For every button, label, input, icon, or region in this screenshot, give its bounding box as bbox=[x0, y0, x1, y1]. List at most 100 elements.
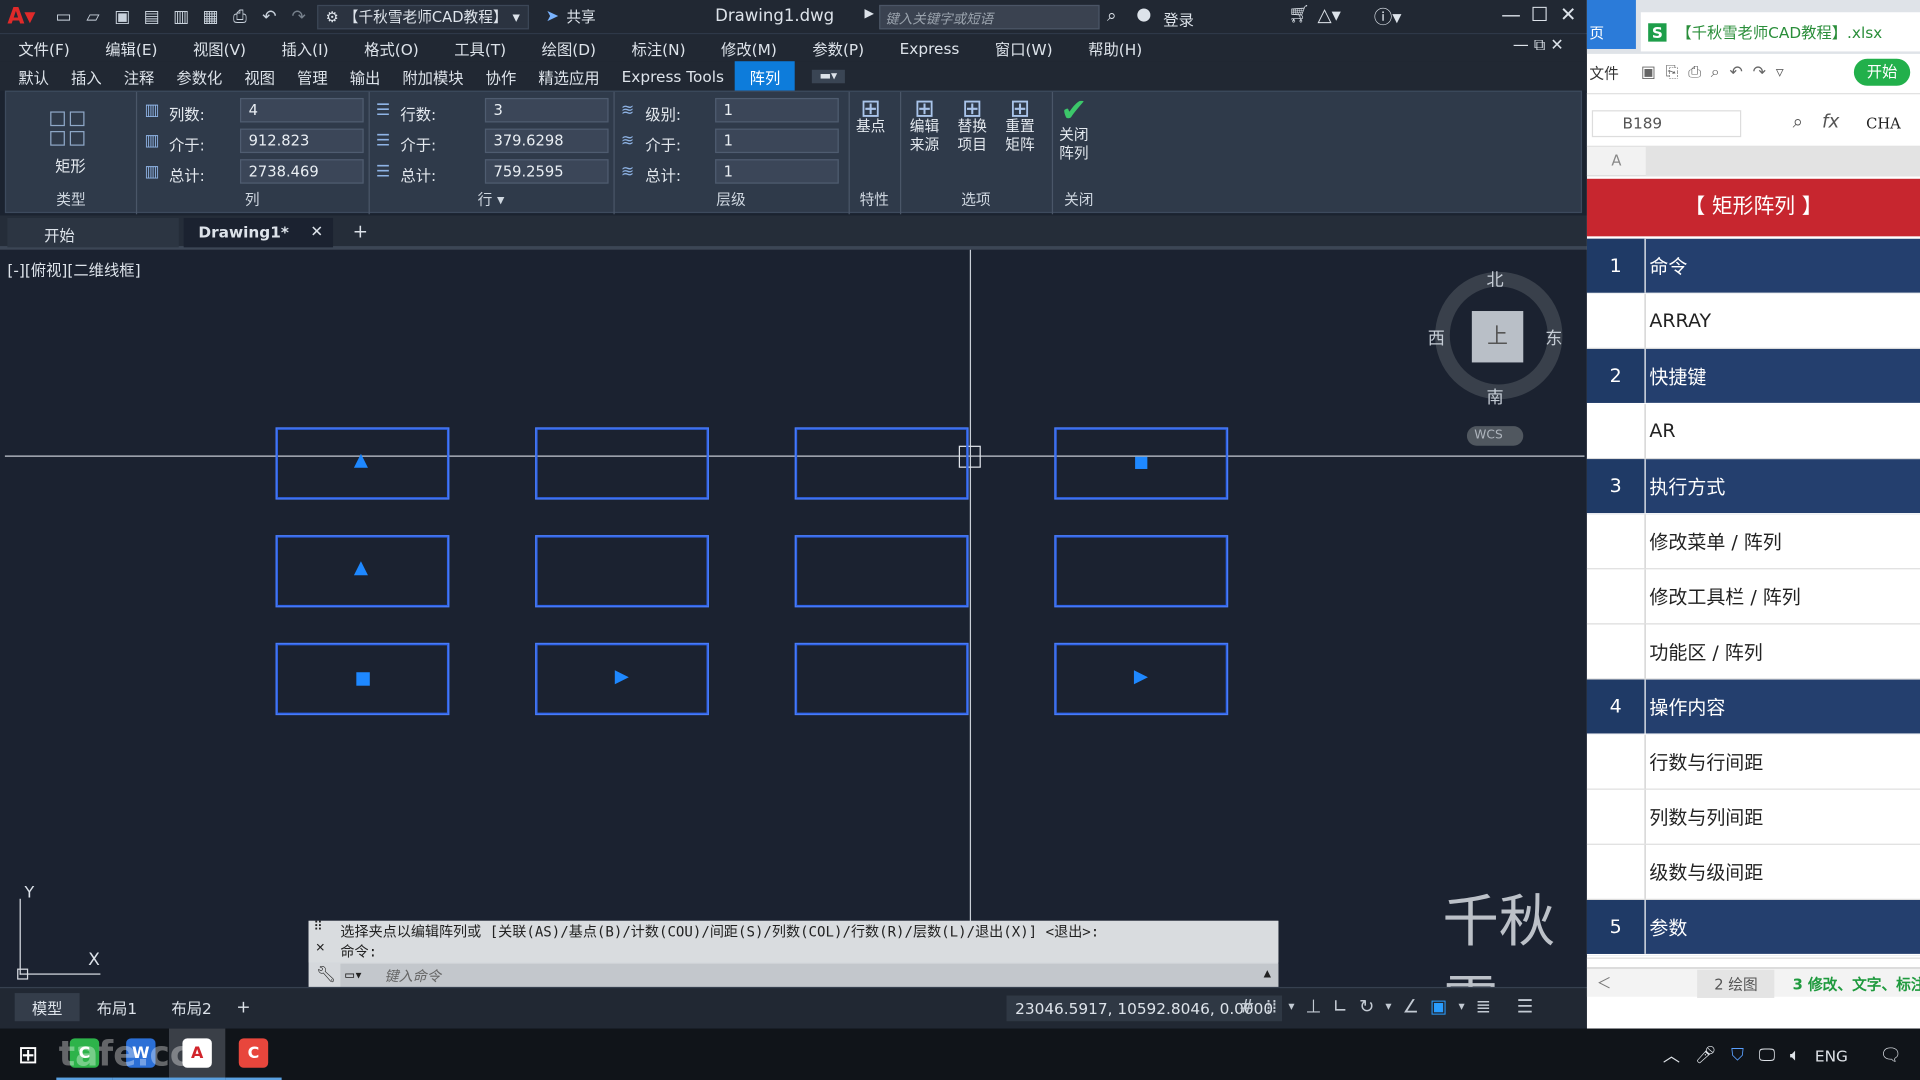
undo-icon[interactable]: ↶ bbox=[258, 7, 280, 27]
menu-item[interactable]: 编辑(E) bbox=[105, 36, 157, 59]
menu-item[interactable]: 插入(I) bbox=[282, 36, 329, 59]
menu-item[interactable]: 窗口(W) bbox=[995, 36, 1053, 59]
sheet-tab-modify[interactable]: 3 修改、文字、标注 bbox=[1793, 973, 1920, 994]
excel-doc-tab[interactable]: S 【千秋雪老师CAD教程】.xlsx bbox=[1640, 12, 1920, 52]
minimize-icon[interactable]: — bbox=[1501, 2, 1521, 25]
print-icon[interactable]: ⎙ bbox=[229, 7, 251, 27]
open-file-icon[interactable]: ▱ bbox=[82, 7, 104, 27]
columns-count-input[interactable]: 4 bbox=[240, 97, 364, 123]
array-item[interactable] bbox=[794, 642, 969, 716]
rows-total-input[interactable]: 759.2595 bbox=[484, 159, 609, 184]
security-shield-icon[interactable]: ⛉ bbox=[1731, 1046, 1744, 1066]
close-icon[interactable]: ✕ bbox=[1560, 2, 1576, 25]
levels-count-input[interactable]: 1 bbox=[715, 97, 839, 123]
column-total-grip-icon[interactable]: ▶ bbox=[1134, 665, 1148, 687]
rectangular-array-icon[interactable] bbox=[50, 111, 87, 148]
new-tab-icon[interactable]: + bbox=[353, 220, 368, 242]
lineweight-icon[interactable]: ≣ bbox=[1476, 996, 1491, 1018]
ortho-icon[interactable]: ∟ bbox=[1333, 996, 1348, 1018]
viewcube-top-face[interactable]: 上 bbox=[1471, 311, 1524, 363]
edit-source-button[interactable]: ⊞ 编辑 来源 bbox=[898, 96, 952, 154]
excel-start-button[interactable]: 开始 bbox=[1853, 58, 1911, 86]
snap-icon[interactable]: ⁞⁞ bbox=[1266, 996, 1278, 1018]
excel-row[interactable]: 5 参数 bbox=[1586, 900, 1920, 956]
array-item[interactable] bbox=[794, 535, 969, 608]
windows-start-icon[interactable]: ⊞ bbox=[0, 1029, 56, 1080]
tab-addins[interactable]: 附加模块 bbox=[391, 61, 474, 92]
osnap-dropdown-icon[interactable]: ▾ bbox=[1458, 1000, 1464, 1013]
taskbar-app-recorder[interactable]: C bbox=[225, 1029, 282, 1080]
column-spacing-grip-icon[interactable]: ▶ bbox=[615, 665, 629, 687]
command-input[interactable]: 键入命令 bbox=[340, 963, 1279, 989]
excel-menu-file[interactable]: 文件 bbox=[1589, 62, 1618, 83]
close-tab-icon[interactable]: ✕ bbox=[310, 222, 323, 240]
excel-row[interactable]: 列数与列间距 bbox=[1586, 789, 1920, 845]
tab-array[interactable]: 阵列 bbox=[734, 60, 796, 92]
tab-insert[interactable]: 插入 bbox=[60, 61, 113, 92]
corner-grip-icon[interactable] bbox=[1135, 456, 1148, 469]
rows-between-input[interactable]: 379.6298 bbox=[484, 128, 609, 154]
tab-start[interactable]: 开始 bbox=[7, 217, 179, 248]
zoom-icon[interactable]: ⌕ bbox=[1793, 110, 1803, 132]
menu-item[interactable]: 格式(O) bbox=[364, 36, 419, 59]
excel-row[interactable]: 2 快捷键 bbox=[1586, 348, 1920, 405]
snap-dropdown-icon[interactable]: ▾ bbox=[1288, 1000, 1294, 1013]
maximize-icon[interactable]: ☐ bbox=[1531, 2, 1549, 25]
replace-item-button[interactable]: ⊞ 替换 项目 bbox=[945, 96, 999, 154]
row-spacing-grip-icon[interactable]: ▲ bbox=[354, 556, 368, 578]
layout-tab-model[interactable]: 模型 bbox=[14, 993, 80, 1022]
web-icon[interactable]: ▦ bbox=[200, 7, 222, 27]
viewcube-east[interactable]: 东 bbox=[1545, 326, 1562, 350]
menu-item[interactable]: 视图(V) bbox=[193, 36, 246, 59]
new-file-icon[interactable]: ▭ bbox=[53, 7, 75, 27]
excel-row[interactable]: 3 执行方式 bbox=[1586, 459, 1920, 515]
columns-total-input[interactable]: 2738.469 bbox=[240, 159, 364, 184]
menu-item[interactable]: 文件(F) bbox=[18, 36, 69, 59]
volume-icon[interactable]: 🔈︎ bbox=[1790, 1046, 1800, 1066]
fx-icon[interactable]: fx bbox=[1822, 110, 1839, 132]
viewcube-west[interactable]: 西 bbox=[1428, 326, 1445, 350]
excel-cell-ref[interactable]: B189 bbox=[1591, 110, 1742, 138]
levels-between-input[interactable]: 1 bbox=[715, 128, 839, 154]
menu-item[interactable]: 工具(T) bbox=[454, 36, 506, 59]
excel-row[interactable]: 修改工具栏 / 阵列 bbox=[1586, 569, 1920, 625]
excel-row[interactable]: ARRAY bbox=[1586, 293, 1920, 349]
tab-parametric[interactable]: 参数化 bbox=[165, 61, 233, 92]
excel-row[interactable]: AR bbox=[1586, 404, 1920, 460]
array-item[interactable] bbox=[1054, 535, 1229, 608]
login-button[interactable]: 登录 bbox=[1163, 7, 1194, 30]
command-options-icon[interactable]: ▭▾ bbox=[345, 966, 363, 983]
excel-row[interactable]: 4 操作内容 bbox=[1586, 679, 1920, 735]
excel-col-header[interactable]: A bbox=[1611, 152, 1621, 169]
tab-express-tools[interactable]: Express Tools bbox=[611, 63, 735, 89]
menu-item[interactable]: 修改(M) bbox=[721, 36, 777, 59]
excel-row[interactable]: 行数与行间距 bbox=[1586, 734, 1920, 790]
array-item[interactable] bbox=[535, 535, 709, 608]
tab-drawing1[interactable]: Drawing1* ✕ bbox=[183, 217, 334, 248]
viewcube-south[interactable]: 南 bbox=[1487, 384, 1504, 408]
command-line[interactable]: 选择夹点以编辑阵列或 [关联(AS)/基点(B)/计数(COU)/间距(S)/列… bbox=[308, 920, 1279, 990]
sheet-scroll-left-icon[interactable]: ＜ bbox=[1597, 972, 1612, 993]
new-layout-icon[interactable]: + bbox=[229, 995, 258, 1019]
save-icon[interactable]: ▣ bbox=[111, 7, 133, 27]
customize-menu-icon[interactable]: ☰ bbox=[1517, 996, 1533, 1018]
tab-featured-apps[interactable]: 精选应用 bbox=[527, 61, 610, 92]
object-snap-icon[interactable]: ▣ bbox=[1430, 996, 1447, 1018]
formula-bar[interactable]: CHA bbox=[1866, 115, 1901, 132]
language-indicator[interactable]: ENG bbox=[1815, 1046, 1848, 1064]
close-command-icon[interactable]: ✕ bbox=[316, 938, 325, 955]
share-button[interactable]: 共享 bbox=[566, 6, 595, 27]
sheet-tab-draw[interactable]: 2 绘图 bbox=[1697, 969, 1775, 998]
tray-chevron-icon[interactable]: ︿ bbox=[1663, 1043, 1680, 1067]
row-total-grip-icon[interactable]: ▲ bbox=[354, 448, 368, 470]
excel-row[interactable]: 修改菜单 / 阵列 bbox=[1586, 514, 1920, 570]
send-icon[interactable]: ➤ bbox=[546, 7, 559, 25]
save-as-icon[interactable]: ▤ bbox=[141, 7, 163, 27]
menu-item[interactable]: 绘图(D) bbox=[542, 36, 596, 59]
microphone-icon[interactable]: 🎤︎ bbox=[1695, 1046, 1717, 1066]
infer-constraints-icon[interactable]: ⊥ bbox=[1305, 996, 1321, 1018]
publish-icon[interactable]: ▥ bbox=[170, 7, 192, 27]
expand-history-icon[interactable]: ▲ bbox=[1264, 967, 1271, 980]
tab-manage[interactable]: 管理 bbox=[286, 61, 339, 92]
autodesk-icon[interactable]: △▾ bbox=[1318, 4, 1341, 26]
